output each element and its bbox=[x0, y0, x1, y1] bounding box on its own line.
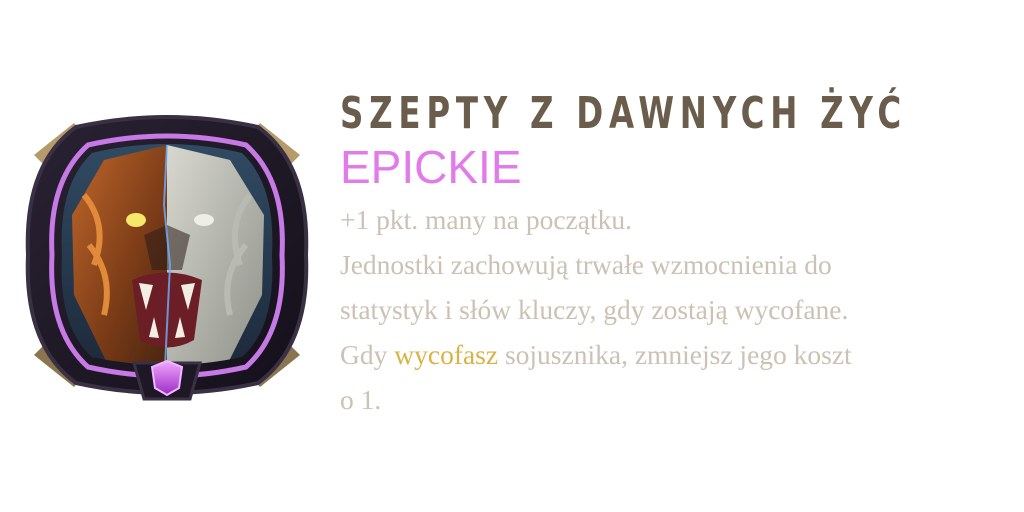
description-line: Gdy wycofasz sojusznika, zmniejsz jego k… bbox=[340, 332, 1010, 377]
rarity-label: EPICKIE bbox=[340, 140, 522, 193]
keyword-recall[interactable]: wycofasz bbox=[394, 339, 498, 370]
description-line: o 1. bbox=[340, 384, 382, 416]
lion-emblem-icon bbox=[25, 115, 309, 401]
power-card: SZEPTY Z DAWNYCH ŻYĆ EPICKIE +1 pkt. man… bbox=[0, 0, 1024, 512]
power-emblem bbox=[14, 105, 320, 405]
card-description: +1 pkt. many na początku. Jednostki zach… bbox=[340, 197, 1010, 422]
description-line: statystyk i słów kluczy, gdy zostają wyc… bbox=[340, 294, 849, 326]
card-title: SZEPTY Z DAWNYCH ŻYĆ bbox=[340, 88, 907, 139]
purple-gem-icon bbox=[150, 359, 184, 397]
description-line: Jednostki zachowują trwałe wzmocnienia d… bbox=[340, 249, 832, 281]
description-line: +1 pkt. many na początku. bbox=[340, 204, 632, 236]
description-text: sojusznika, zmniejsz jego koszt bbox=[498, 339, 852, 371]
description-text: Gdy bbox=[340, 339, 395, 371]
card-text: SZEPTY Z DAWNYCH ŻYĆ EPICKIE +1 pkt. man… bbox=[340, 88, 1010, 422]
